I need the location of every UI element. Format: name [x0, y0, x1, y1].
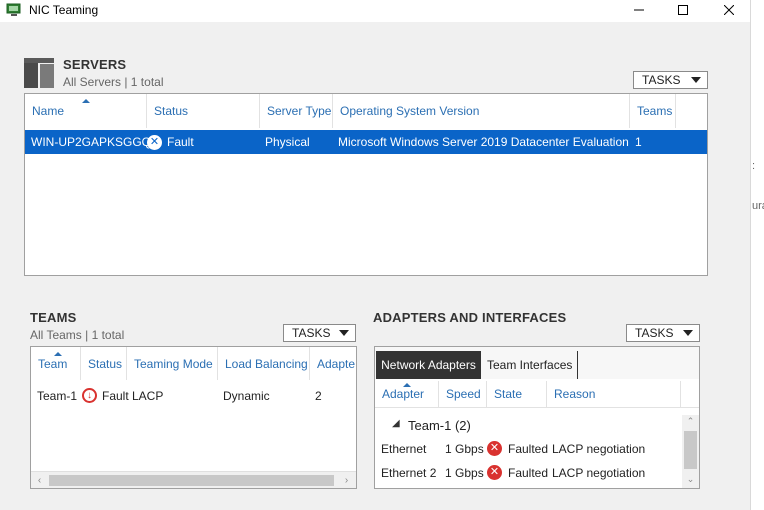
column-header-state[interactable]: State: [487, 381, 547, 407]
sort-ascending-icon: [82, 99, 90, 103]
nic-teaming-icon: [6, 3, 22, 17]
teams-tasks-button[interactable]: TASKS: [283, 324, 356, 342]
tab-network-adapters[interactable]: Network Adapters: [376, 351, 481, 379]
sort-ascending-icon: [54, 352, 62, 356]
close-button[interactable]: [706, 0, 752, 20]
column-header-teams[interactable]: Teams: [630, 94, 676, 128]
column-header-reason[interactable]: Reason: [547, 381, 681, 407]
server-type: Physical: [265, 135, 310, 149]
adapter-speed: 1 Gbps: [445, 442, 484, 456]
team-name: Team-1: [37, 389, 78, 403]
tasks-label: TASKS: [292, 326, 331, 340]
servers-tasks-button[interactable]: TASKS: [633, 71, 708, 89]
column-header-load-balancing[interactable]: Load Balancing: [218, 347, 310, 380]
column-header-server-type[interactable]: Server Type: [260, 94, 333, 128]
adapters-header-row: Adapter Speed State Reason: [375, 381, 699, 408]
team-mode: LACP: [132, 389, 164, 403]
error-x-icon: ✕: [487, 464, 502, 480]
adapter-state: Faulted: [508, 466, 549, 480]
adapter-state: Faulted: [508, 442, 549, 456]
scroll-down-icon[interactable]: ⌄: [684, 473, 697, 486]
teams-header-row: Team Status Teaming Mode Load Balancing …: [31, 347, 356, 380]
adapters-panel: Network Adapters Team Interfaces Adapter…: [374, 346, 700, 489]
servers-subtitle: All Servers | 1 total: [63, 75, 164, 89]
tasks-label: TASKS: [642, 73, 681, 87]
scrollbar-thumb[interactable]: [684, 431, 697, 469]
chevron-down-icon: [691, 77, 701, 83]
teams-subtitle: All Teams | 1 total: [30, 328, 125, 342]
chevron-down-icon: [683, 330, 693, 336]
server-status: Fault: [167, 135, 194, 149]
adapters-title: ADAPTERS AND INTERFACES: [373, 310, 567, 325]
column-header-speed[interactable]: Speed: [439, 381, 487, 407]
vertical-scrollbar[interactable]: ⌃ ⌄: [682, 415, 699, 488]
column-header-status[interactable]: Status: [147, 94, 260, 128]
team-adapter-count: 2: [315, 389, 322, 403]
column-header-os-version[interactable]: Operating System Version: [333, 94, 630, 128]
table-row[interactable]: WIN-UP2GAPKSGGQ ✕ Fault Physical Microso…: [25, 130, 707, 154]
adapter-name: Ethernet 2: [381, 466, 437, 480]
adapter-reason: LACP negotiation: [552, 442, 646, 456]
team-status: Fault: [102, 389, 129, 403]
teams-table: Team Status Teaming Mode Load Balancing …: [30, 346, 357, 489]
table-row[interactable]: Ethernet 2 1 Gbps ✕ Faulted LACP negotia…: [375, 462, 681, 484]
teams-title: TEAMS: [30, 310, 77, 325]
os-version: Microsoft Windows Server 2019 Datacenter…: [338, 135, 629, 149]
window-title: NIC Teaming: [29, 3, 99, 17]
servers-title: SERVERS: [63, 57, 127, 72]
column-header-status[interactable]: Status: [81, 347, 127, 380]
column-header-teaming-mode[interactable]: Teaming Mode: [127, 347, 218, 380]
tasks-label: TASKS: [635, 326, 674, 340]
title-bar: NIC Teaming: [0, 0, 750, 22]
error-x-icon: ✕: [147, 134, 162, 150]
horizontal-scrollbar[interactable]: ‹ ›: [31, 471, 356, 488]
triangle-collapse-icon[interactable]: ◢: [392, 418, 400, 429]
adapter-reason: LACP negotiation: [552, 466, 646, 480]
group-label: Team-1 (2): [408, 418, 471, 433]
server-teams-count: 1: [635, 135, 642, 149]
tab-team-interfaces[interactable]: Team Interfaces: [482, 351, 578, 379]
group-header-row[interactable]: ◢ Team-1 (2): [375, 415, 681, 437]
scroll-right-icon[interactable]: ›: [340, 474, 353, 487]
team-load-balancing: Dynamic: [223, 389, 270, 403]
background-text: :: [752, 160, 756, 172]
server-name: WIN-UP2GAPKSGGQ: [31, 135, 152, 149]
scrollbar-thumb[interactable]: [49, 475, 334, 486]
adapters-tasks-button[interactable]: TASKS: [626, 324, 700, 342]
chevron-down-icon: [339, 330, 349, 336]
table-row[interactable]: Ethernet 1 Gbps ✕ Faulted LACP negotiati…: [375, 438, 681, 460]
sort-ascending-icon: [403, 383, 411, 387]
column-header-adapters[interactable]: Adapte: [310, 347, 356, 380]
maximize-button[interactable]: [660, 0, 706, 20]
down-arrow-circle-icon: ↓: [82, 387, 97, 403]
servers-table: Name Status Server Type Operating System…: [24, 93, 708, 276]
adapter-name: Ethernet: [381, 442, 427, 456]
adapter-speed: 1 Gbps: [445, 466, 484, 480]
table-row[interactable]: Team-1 ↓ Fault LACP Dynamic 2: [31, 385, 356, 407]
error-x-icon: ✕: [487, 440, 502, 456]
background-text: ura: [752, 200, 764, 212]
minimize-button[interactable]: [616, 0, 662, 20]
background-window-strip: [750, 0, 764, 510]
servers-header-row: Name Status Server Type Operating System…: [25, 94, 707, 128]
server-stack-icon: [24, 58, 54, 88]
scroll-up-icon[interactable]: ⌃: [684, 415, 697, 428]
scroll-left-icon[interactable]: ‹: [33, 474, 46, 487]
